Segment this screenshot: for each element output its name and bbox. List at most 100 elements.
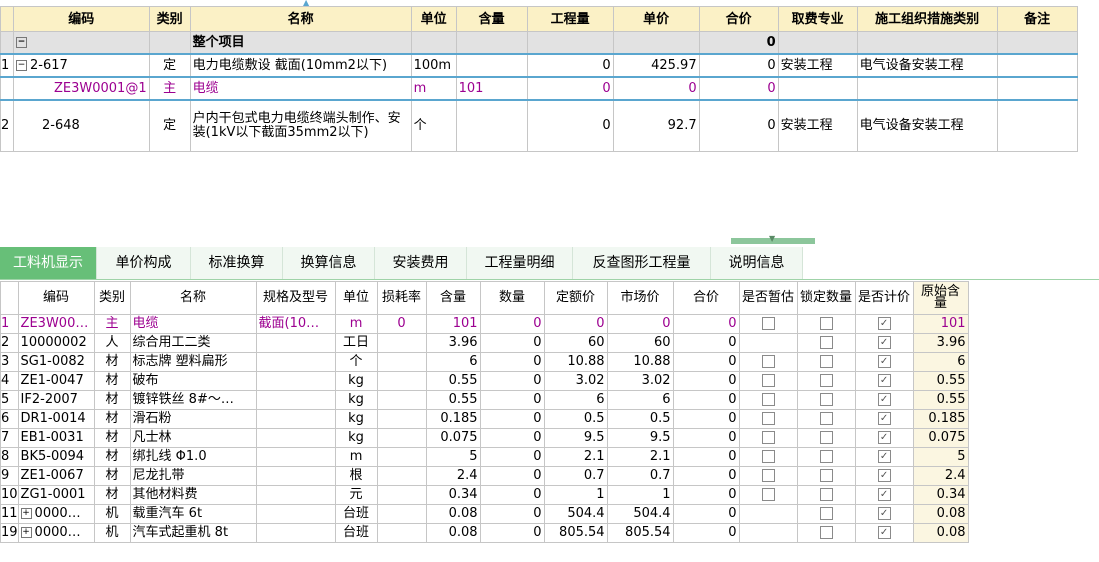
base-price-cell[interactable]: 3.02 — [543, 371, 608, 391]
priced-checkbox[interactable]: ✓ — [877, 431, 891, 444]
table-row[interactable]: 6 DR1-0014 材滑石粉 kg 0.185 0 0.5 0.5 0 ✓ 0.185 — [0, 409, 969, 429]
market-price-cell[interactable]: 0.7 — [606, 466, 674, 486]
total-cell[interactable]: 0 — [672, 504, 740, 524]
lock-quantity-checkbox[interactable] — [819, 317, 833, 330]
price-cell[interactable]: 92.7 — [612, 99, 700, 152]
header-cell[interactable]: 单位 — [334, 281, 378, 315]
loss-rate-cell[interactable] — [376, 371, 427, 391]
base-price-cell[interactable]: 1 — [543, 485, 608, 505]
lock-quantity-checkbox[interactable] — [819, 355, 833, 368]
spec-cell[interactable] — [255, 485, 336, 505]
unit-cell[interactable]: 根 — [334, 466, 378, 486]
quantity-cell[interactable]: 0 — [479, 371, 545, 391]
market-price-cell[interactable]: 1 — [606, 485, 674, 505]
code-cell[interactable]: ZG1-0001 — [17, 485, 95, 505]
estimate-checkbox[interactable] — [761, 469, 775, 482]
name-cell[interactable]: 综合用工二类 — [129, 333, 257, 353]
name-cell[interactable]: 电缆 — [129, 314, 257, 334]
priced-checkbox[interactable]: ✓ — [877, 336, 891, 349]
tab-standard-conversion[interactable]: 标准换算 — [191, 247, 283, 279]
header-cell[interactable]: 含量 — [425, 281, 481, 315]
fee-cell[interactable]: 安装工程 — [777, 53, 858, 78]
code-cell[interactable]: +0000… — [17, 504, 95, 524]
original-content-cell[interactable]: 0.185 — [912, 409, 969, 429]
table-row[interactable]: 7 EB1-0031 材凡士林 kg 0.075 0 9.5 9.5 0 ✓ 0.075 — [0, 428, 969, 448]
table-row[interactable]: 19 +0000… 机汽车式起重机 8t 台班 0.08 0 805.54 805.54 0 ✓ 0… — [0, 523, 969, 543]
priced-checkbox[interactable]: ✓ — [877, 317, 891, 330]
quantity-cell[interactable]: 0 — [479, 485, 545, 505]
header-cell[interactable]: 编码 — [13, 6, 150, 32]
estimate-checkbox[interactable] — [761, 317, 775, 330]
name-cell[interactable]: 电力电缆敷设 截面(10mm2以下) — [189, 53, 412, 78]
category-cell[interactable]: 材 — [93, 447, 131, 467]
note-cell[interactable] — [996, 99, 1078, 152]
market-price-cell[interactable]: 3.02 — [606, 371, 674, 391]
lock-quantity-checkbox[interactable] — [819, 526, 833, 539]
unit-cell[interactable]: 100m — [410, 53, 457, 78]
code-cell[interactable]: 10000002 — [17, 333, 95, 353]
priced-checkbox[interactable]: ✓ — [877, 526, 891, 539]
quantity-cell[interactable]: 0 — [479, 428, 545, 448]
content-cell[interactable]: 2.4 — [425, 466, 481, 486]
loss-rate-cell[interactable] — [376, 352, 427, 372]
content-cell[interactable]: 101 — [425, 314, 481, 334]
original-content-cell[interactable]: 0.55 — [912, 371, 969, 391]
header-cell[interactable]: 是否计价 — [854, 281, 914, 315]
quantity-cell[interactable]: 0 — [479, 333, 545, 353]
header-cell[interactable]: 原始含量 — [912, 281, 969, 315]
loss-rate-cell[interactable]: 0 — [376, 314, 427, 334]
unit-cell[interactable]: 工日 — [334, 333, 378, 353]
header-cell[interactable]: 单价 — [612, 6, 700, 32]
fee-cell[interactable] — [777, 76, 858, 101]
unit-cell[interactable]: 台班 — [334, 504, 378, 524]
priced-checkbox[interactable]: ✓ — [877, 393, 891, 406]
base-price-cell[interactable]: 0.5 — [543, 409, 608, 429]
collapse-icon[interactable]: − — [16, 60, 27, 71]
spec-cell[interactable] — [255, 371, 336, 391]
code-cell[interactable]: SG1-0082 — [17, 352, 95, 372]
tab-installation-cost[interactable]: 安装费用 — [375, 247, 467, 279]
priced-checkbox[interactable]: ✓ — [877, 412, 891, 425]
header-cell[interactable]: 单位 — [410, 6, 457, 32]
original-content-cell[interactable]: 101 — [912, 314, 969, 334]
content-cell[interactable]: 0.08 — [425, 504, 481, 524]
market-price-cell[interactable]: 60 — [606, 333, 674, 353]
expand-icon[interactable]: + — [20, 527, 32, 538]
quantity-cell[interactable]: 0 — [479, 504, 545, 524]
header-cell[interactable]: 取费专业 — [777, 6, 858, 32]
base-price-cell[interactable]: 805.54 — [543, 523, 608, 543]
content-cell[interactable] — [455, 53, 528, 78]
header-cell[interactable]: 定额价 — [543, 281, 608, 315]
lock-quantity-checkbox[interactable] — [819, 431, 833, 444]
original-content-cell[interactable]: 3.96 — [912, 333, 969, 353]
code-cell[interactable]: DR1-0014 — [17, 409, 95, 429]
category-cell[interactable]: 材 — [93, 352, 131, 372]
table-row[interactable]: 1 −2-617 定 电力电缆敷设 截面(10mm2以下) 100m 0 425… — [0, 53, 1078, 78]
unit-cell[interactable]: kg — [334, 409, 378, 429]
estimate-checkbox[interactable] — [761, 374, 775, 387]
lock-quantity-checkbox[interactable] — [819, 412, 833, 425]
unit-cell[interactable]: kg — [334, 428, 378, 448]
spec-cell[interactable] — [255, 447, 336, 467]
table-row[interactable]: 5 IF2-2007 材镀锌铁丝 8#～… kg 0.55 0 6 6 0 ✓ 0.55 — [0, 390, 969, 410]
measure-cell[interactable]: 电气设备安装工程 — [856, 99, 998, 152]
name-cell[interactable]: 绑扎线 Φ1.0 — [129, 447, 257, 467]
header-cell[interactable]: 损耗率 — [376, 281, 427, 315]
unit-cell[interactable]: kg — [334, 390, 378, 410]
header-cell[interactable]: 锁定数量 — [796, 281, 856, 315]
total-cell[interactable]: 0 — [672, 485, 740, 505]
quantity-cell[interactable]: 0 — [479, 314, 545, 334]
loss-rate-cell[interactable] — [376, 333, 427, 353]
table-row[interactable]: 10 ZG1-0001 材其他材料费元 0.34 0 1 1 0 ✓ 0.34 — [0, 485, 969, 505]
loss-rate-cell[interactable] — [376, 485, 427, 505]
category-cell[interactable]: 材 — [93, 466, 131, 486]
market-price-cell[interactable]: 9.5 — [606, 428, 674, 448]
unit-cell[interactable]: 个 — [410, 99, 457, 152]
tab-quantity-detail[interactable]: 工程量明细 — [467, 247, 573, 279]
estimate-checkbox[interactable] — [761, 450, 775, 463]
unit-cell[interactable]: 台班 — [334, 523, 378, 543]
loss-rate-cell[interactable] — [376, 428, 427, 448]
quantity-cell[interactable]: 0 — [479, 523, 545, 543]
loss-rate-cell[interactable] — [376, 466, 427, 486]
lock-quantity-checkbox[interactable] — [819, 488, 833, 501]
